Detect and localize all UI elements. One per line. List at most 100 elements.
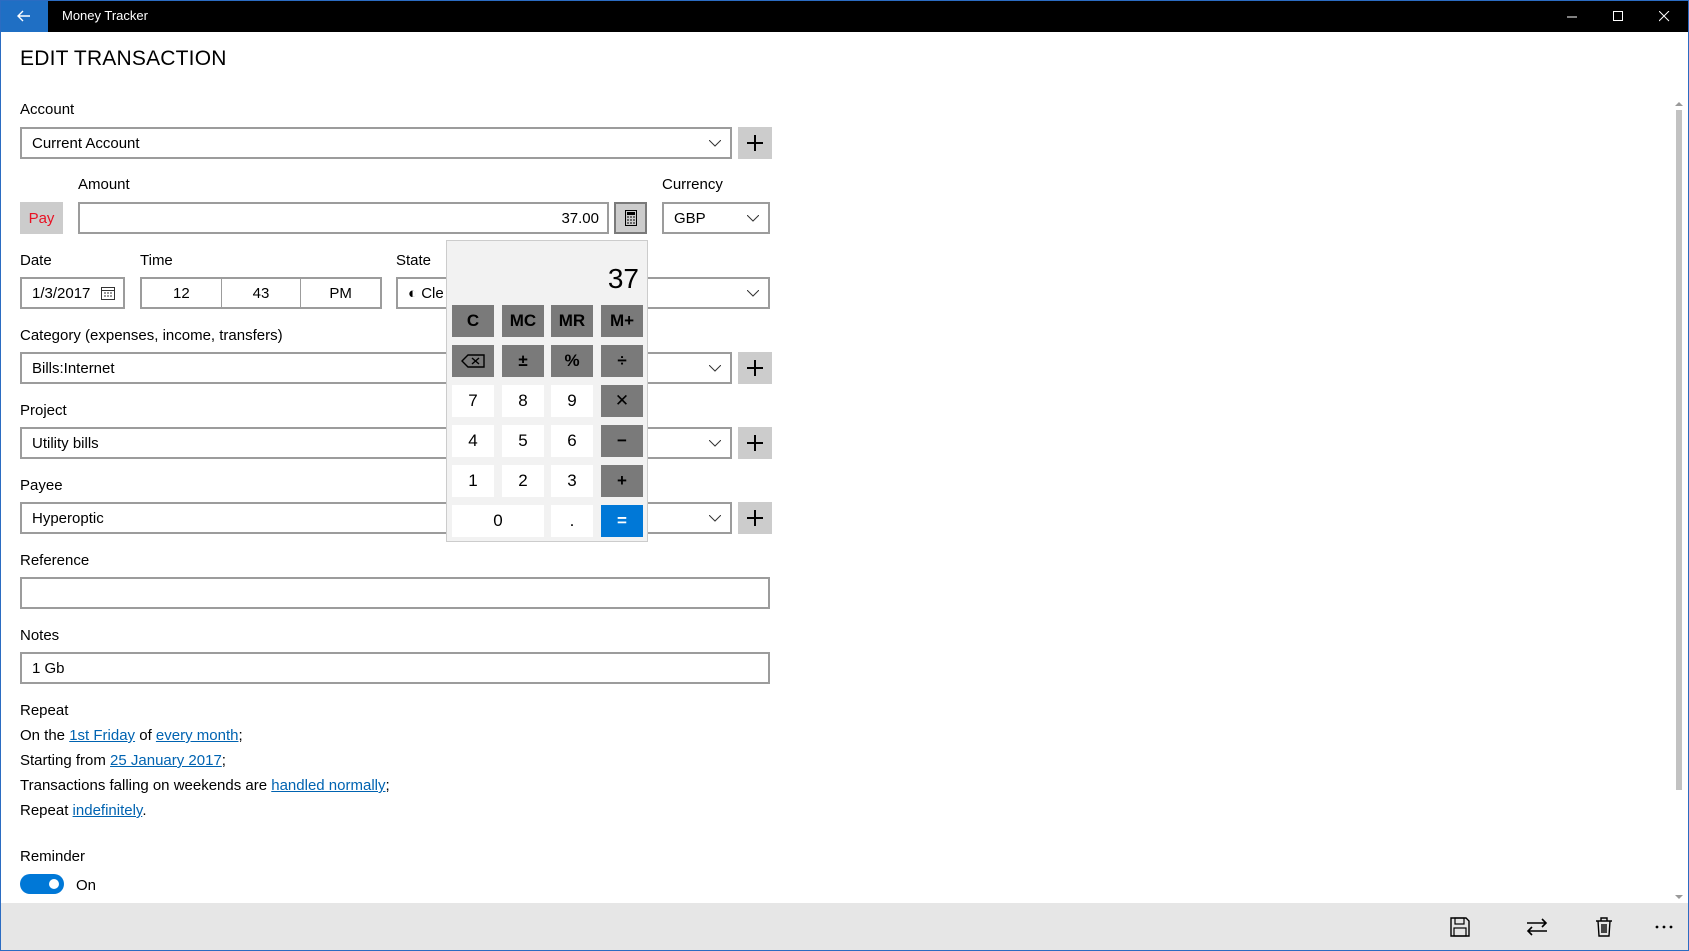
command-bar [0, 903, 1689, 951]
account-select[interactable]: Current Account [20, 127, 732, 159]
calc-plusminus-button[interactable]: ± [502, 345, 544, 377]
calc-clear-button[interactable]: C [452, 305, 494, 337]
back-arrow-icon[interactable] [0, 0, 48, 32]
repeat-text: ; [385, 777, 390, 794]
calc-key-4[interactable]: 4 [452, 425, 494, 457]
add-payee-button[interactable] [738, 502, 772, 534]
calc-key-5[interactable]: 5 [502, 425, 544, 457]
state-label: State [396, 252, 432, 269]
plus-icon [747, 510, 763, 526]
repeat-label: Repeat [20, 702, 69, 719]
account-label: Account [20, 101, 75, 118]
minimize-icon[interactable] [1549, 0, 1595, 32]
save-icon[interactable] [1440, 903, 1480, 951]
calculator-icon [624, 210, 637, 226]
amount-label: Amount [78, 176, 130, 193]
add-category-button[interactable] [738, 352, 772, 384]
time-minute[interactable]: 43 [222, 279, 302, 307]
calc-backspace-button[interactable] [452, 345, 494, 377]
calc-key-2[interactable]: 2 [502, 465, 544, 497]
repeat-text: On the [20, 727, 70, 744]
calc-key-7[interactable]: 7 [452, 385, 494, 417]
reference-input[interactable] [20, 577, 770, 609]
calculator-display: 37 [607, 263, 639, 294]
chevron-down-icon [700, 354, 730, 382]
close-icon[interactable] [1641, 0, 1687, 32]
category-label: Category (expenses, income, transfers) [20, 327, 283, 344]
chevron-down-icon [700, 129, 730, 157]
plus-icon [747, 135, 763, 151]
repeat-text: ; [238, 727, 243, 744]
chevron-down-icon [700, 429, 730, 457]
account-value: Current Account [32, 134, 140, 152]
currency-label: Currency [662, 176, 723, 193]
repeat-end-link[interactable]: indefinitely [73, 802, 143, 819]
date-label: Date [20, 252, 52, 269]
scroll-up-icon[interactable] [1674, 100, 1684, 108]
time-picker[interactable]: 12 43 PM [140, 277, 382, 309]
title-bar: Money Tracker [0, 0, 1689, 32]
add-account-button[interactable] [738, 127, 772, 159]
more-icon[interactable] [1644, 903, 1684, 951]
calc-mr-button[interactable]: MR [551, 305, 593, 337]
repeat-end-line: Repeat indefinitely. [20, 802, 146, 819]
calc-multiply-button[interactable]: ✕ [601, 385, 643, 417]
project-label: Project [20, 402, 67, 419]
calc-key-6[interactable]: 6 [551, 425, 593, 457]
date-picker[interactable]: 1/3/2017 [20, 277, 125, 309]
amount-input[interactable]: 37.00 [78, 202, 609, 234]
time-period[interactable]: PM [301, 279, 380, 307]
notes-input[interactable]: 1 Gb [20, 652, 770, 684]
currency-select[interactable]: GBP [662, 202, 770, 234]
calc-percent-button[interactable]: % [551, 345, 593, 377]
calc-plus-button[interactable]: + [601, 465, 643, 497]
repeat-weekend-line: Transactions falling on weekends are han… [20, 777, 390, 794]
repeat-day-link[interactable]: 1st Friday [69, 727, 135, 744]
amount-value: 37.00 [561, 209, 599, 227]
reminder-label: Reminder [20, 848, 86, 865]
calc-mplus-button[interactable]: M+ [601, 305, 643, 337]
calc-decimal-button[interactable]: . [551, 505, 593, 537]
window-title: Money Tracker [62, 8, 148, 23]
reference-label: Reference [20, 552, 90, 569]
chevron-down-icon [700, 504, 730, 532]
repeat-frequency-link[interactable]: every month [156, 727, 239, 744]
reminder-state: On [76, 877, 97, 894]
chevron-down-icon [738, 204, 768, 232]
calc-key-3[interactable]: 3 [551, 465, 593, 497]
pay-toggle-button[interactable]: Pay [20, 202, 63, 234]
trash-icon[interactable] [1584, 903, 1624, 951]
calculator-button[interactable] [614, 202, 647, 234]
add-project-button[interactable] [738, 427, 772, 459]
repeat-text: of [135, 727, 156, 744]
calc-divide-button[interactable]: ÷ [601, 345, 643, 377]
calc-key-9[interactable]: 9 [551, 385, 593, 417]
swap-icon[interactable] [1517, 903, 1557, 951]
repeat-start-line: Starting from 25 January 2017; [20, 752, 226, 769]
calc-key-0[interactable]: 0 [452, 505, 544, 537]
calc-mc-button[interactable]: MC [502, 305, 544, 337]
calc-key-8[interactable]: 8 [502, 385, 544, 417]
maximize-icon[interactable] [1595, 0, 1641, 32]
calendar-icon [101, 286, 123, 300]
scroll-down-icon[interactable] [1674, 893, 1684, 901]
notes-label: Notes [20, 627, 60, 644]
repeat-start-date-link[interactable]: 25 January 2017 [110, 752, 222, 769]
reminder-toggle[interactable] [20, 874, 64, 894]
page-title: EDIT TRANSACTION [20, 47, 227, 70]
calc-equals-button[interactable]: = [601, 505, 643, 537]
vertical-scrollbar[interactable] [1674, 98, 1684, 903]
repeat-rule-line: On the 1st Friday of every month; [20, 727, 243, 744]
payee-label: Payee [20, 477, 63, 494]
scrollbar-thumb[interactable] [1676, 110, 1682, 790]
repeat-text: ; [221, 752, 226, 769]
time-label: Time [140, 252, 173, 269]
notes-value: 1 Gb [32, 659, 65, 677]
calc-minus-button[interactable]: − [601, 425, 643, 457]
repeat-weekend-link[interactable]: handled normally [271, 777, 385, 794]
backspace-icon [461, 354, 485, 368]
repeat-text: . [142, 802, 147, 819]
calc-key-1[interactable]: 1 [452, 465, 494, 497]
time-hour[interactable]: 12 [142, 279, 222, 307]
repeat-text: Repeat [20, 802, 73, 819]
